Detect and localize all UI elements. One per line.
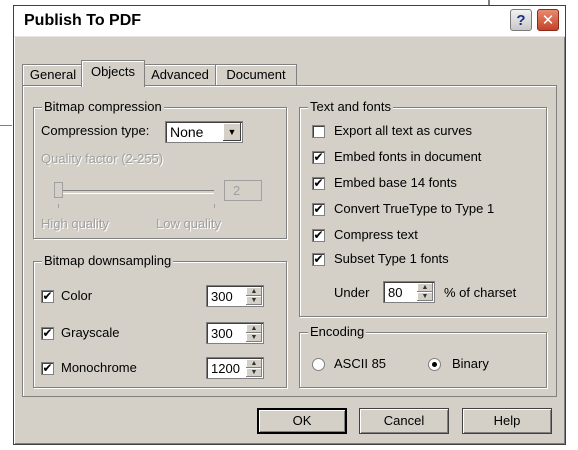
compression-type-label: Compression type: xyxy=(41,123,150,138)
question-icon: ? xyxy=(516,11,526,29)
low-quality-label: Low quality xyxy=(156,216,222,231)
cancel-button[interactable]: Cancel xyxy=(359,408,449,434)
ascii85-label: ASCII 85 xyxy=(334,356,387,371)
check-icon: ✔ xyxy=(313,176,324,190)
charset-label: % of charset xyxy=(444,285,517,300)
check-icon: ✔ xyxy=(42,361,53,375)
binary-label: Binary xyxy=(452,356,489,371)
export-text-as-curves-checkbox[interactable] xyxy=(312,125,325,138)
subset-type1-label: Subset Type 1 fonts xyxy=(334,251,449,266)
check-icon: ✔ xyxy=(313,202,324,216)
spin-down-icon[interactable]: ▼ xyxy=(246,333,262,342)
monochrome-checkbox[interactable]: ✔ xyxy=(41,362,54,375)
check-icon: ✔ xyxy=(313,150,324,164)
bitmap-downsampling-group: Bitmap downsampling ✔ Color 300 ▲ ▼ ✔ Gra… xyxy=(33,253,287,388)
close-icon: ✕ xyxy=(541,12,555,29)
subset-type1-checkbox[interactable]: ✔ xyxy=(312,253,325,266)
spin-up-icon[interactable]: ▲ xyxy=(246,324,262,333)
high-quality-label: High quality xyxy=(41,216,109,231)
color-dpi-value: 300 xyxy=(211,289,233,304)
compress-text-checkbox[interactable]: ✔ xyxy=(312,229,325,242)
compression-type-dropdown[interactable]: None ▼ xyxy=(165,121,243,143)
color-label: Color xyxy=(61,288,93,303)
title-bar: Publish To PDF ? ✕ xyxy=(14,6,565,37)
color-dpi-spinner[interactable]: 300 ▲ ▼ xyxy=(206,285,264,307)
compression-type-value: None xyxy=(170,124,204,140)
objects-tab-panel: Bitmap compression Compression type: Non… xyxy=(22,85,557,397)
quality-factor-label: Quality factor (2-255) xyxy=(41,151,164,166)
tab-objects[interactable]: Objects xyxy=(81,60,145,87)
color-checkbox[interactable]: ✔ xyxy=(41,290,54,303)
publish-to-pdf-dialog: Publish To PDF ? ✕ General Objects Advan… xyxy=(13,5,566,445)
embed-base-14-checkbox[interactable]: ✔ xyxy=(312,177,325,190)
embed-fonts-label: Embed fonts in document xyxy=(334,149,482,164)
spin-down-icon[interactable]: ▼ xyxy=(417,292,433,301)
spin-up-icon[interactable]: ▲ xyxy=(246,287,262,296)
subset-threshold-value: 80 xyxy=(388,285,403,300)
encoding-group: Encoding ASCII 85 Binary xyxy=(299,324,547,388)
grayscale-label: Grayscale xyxy=(61,325,120,340)
dropdown-arrow-icon: ▼ xyxy=(223,123,241,141)
subset-threshold-spinner[interactable]: 80 ▲ ▼ xyxy=(383,281,435,303)
encoding-label: Encoding xyxy=(308,324,367,339)
monochrome-dpi-value: 1200 xyxy=(211,361,240,376)
compress-text-label: Compress text xyxy=(334,227,418,242)
bitmap-compression-group: Bitmap compression Compression type: Non… xyxy=(33,99,287,239)
binary-radio[interactable] xyxy=(428,358,441,371)
close-button[interactable]: ✕ xyxy=(537,9,559,31)
check-icon: ✔ xyxy=(42,289,53,303)
quality-factor-value: 2 xyxy=(233,183,241,198)
bitmap-compression-label: Bitmap compression xyxy=(42,99,164,114)
text-and-fonts-label: Text and fonts xyxy=(308,99,393,114)
background-line-left xyxy=(0,125,12,126)
export-text-as-curves-label: Export all text as curves xyxy=(334,123,472,138)
convert-truetype-checkbox[interactable]: ✔ xyxy=(312,203,325,216)
ascii85-radio[interactable] xyxy=(312,358,325,371)
embed-base-14-label: Embed base 14 fonts xyxy=(334,175,457,190)
under-label: Under xyxy=(334,285,370,300)
text-and-fonts-group: Text and fonts Export all text as curves… xyxy=(299,99,547,317)
window-title: Publish To PDF xyxy=(24,12,142,29)
convert-truetype-label: Convert TrueType to Type 1 xyxy=(334,201,495,216)
grayscale-dpi-spinner[interactable]: 300 ▲ ▼ xyxy=(206,322,264,344)
tab-advanced[interactable]: Advanced xyxy=(142,64,218,85)
quality-slider-track xyxy=(54,190,214,194)
ok-button[interactable]: OK xyxy=(257,408,347,434)
tab-general[interactable]: General xyxy=(22,64,84,85)
monochrome-label: Monochrome xyxy=(61,360,137,375)
tab-document[interactable]: Document xyxy=(215,64,297,85)
spin-down-icon[interactable]: ▼ xyxy=(246,368,262,377)
spin-up-icon[interactable]: ▲ xyxy=(246,359,262,368)
bitmap-downsampling-label: Bitmap downsampling xyxy=(42,253,174,268)
slider-tick-low xyxy=(58,204,59,208)
quality-slider-thumb[interactable] xyxy=(54,182,63,198)
spin-down-icon[interactable]: ▼ xyxy=(246,296,262,305)
check-icon: ✔ xyxy=(313,228,324,242)
help-titlebar-button[interactable]: ? xyxy=(510,9,532,31)
slider-tick-high xyxy=(214,204,215,208)
monochrome-dpi-spinner[interactable]: 1200 ▲ ▼ xyxy=(206,357,264,379)
quality-factor-input[interactable]: 2 xyxy=(224,180,262,201)
grayscale-checkbox[interactable]: ✔ xyxy=(41,327,54,340)
spin-up-icon[interactable]: ▲ xyxy=(417,283,433,292)
embed-fonts-checkbox[interactable]: ✔ xyxy=(312,151,325,164)
help-button[interactable]: Help xyxy=(462,408,552,434)
check-icon: ✔ xyxy=(313,252,324,266)
grayscale-dpi-value: 300 xyxy=(211,326,233,341)
check-icon: ✔ xyxy=(42,326,53,340)
